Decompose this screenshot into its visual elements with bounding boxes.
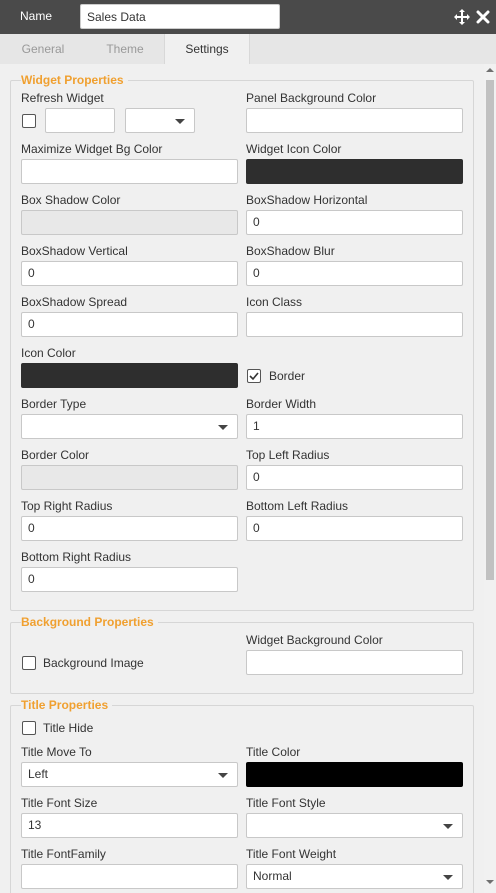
move-icon[interactable] — [454, 9, 470, 25]
settings-panel: Widget Properties Refresh Widget Panel B… — [0, 64, 484, 893]
icon-color-label: Icon Color — [21, 346, 76, 360]
border-label: Border — [269, 369, 306, 383]
bottom-right-radius-input[interactable]: 0 — [21, 567, 238, 592]
border-color-input[interactable] — [21, 465, 238, 490]
boxshadow-horizontal-label: BoxShadow Horizontal — [246, 193, 368, 207]
title-hide-label: Title Hide — [43, 721, 94, 735]
top-left-radius-input[interactable]: 0 — [246, 465, 463, 490]
border-width-input[interactable]: 1 — [246, 414, 463, 439]
boxshadow-blur-input[interactable]: 0 — [246, 261, 463, 286]
name-input[interactable] — [80, 4, 280, 29]
chevron-down-icon — [218, 425, 228, 430]
widget-bg-color-label: Widget Background Color — [246, 633, 383, 647]
bottom-left-radius-input[interactable]: 0 — [246, 516, 463, 541]
tab-theme[interactable]: Theme — [86, 34, 164, 64]
icon-class-input[interactable] — [246, 312, 463, 337]
chevron-down-icon — [443, 875, 453, 880]
widget-properties-legend: Widget Properties — [21, 73, 128, 87]
background-properties-group: Background Properties Background Image W… — [10, 615, 474, 694]
bottom-left-radius-label: Bottom Left Radius — [246, 499, 349, 513]
bottom-right-radius-label: Bottom Right Radius — [21, 550, 132, 564]
chevron-down-icon — [218, 773, 228, 778]
icon-color-swatch[interactable] — [21, 363, 238, 388]
background-properties-legend: Background Properties — [21, 615, 158, 629]
refresh-interval-input[interactable] — [45, 108, 115, 133]
title-properties-legend: Title Properties — [21, 698, 113, 712]
title-font-style-select[interactable] — [246, 813, 463, 838]
border-type-label: Border Type — [21, 397, 87, 411]
top-left-radius-label: Top Left Radius — [246, 448, 330, 462]
box-shadow-color-input[interactable] — [21, 210, 238, 235]
title-properties-group: Title Properties Title Hide Title Move T… — [10, 698, 474, 893]
title-font-size-input[interactable]: 13 — [21, 813, 238, 838]
panel-bg-color-input[interactable] — [246, 108, 463, 133]
border-type-select[interactable] — [21, 414, 238, 439]
tab-bar: General Theme Settings — [0, 34, 496, 64]
title-font-family-label: Title FontFamily — [21, 847, 106, 861]
boxshadow-spread-label: BoxShadow Spread — [21, 295, 128, 309]
boxshadow-vertical-label: BoxShadow Vertical — [21, 244, 128, 258]
top-right-radius-input[interactable]: 0 — [21, 516, 238, 541]
maximize-bg-color-input[interactable] — [21, 159, 238, 184]
border-color-label: Border Color — [21, 448, 90, 462]
boxshadow-horizontal-input[interactable]: 0 — [246, 210, 463, 235]
widget-properties-group: Widget Properties Refresh Widget Panel B… — [10, 73, 474, 611]
name-label: Name — [20, 9, 53, 23]
refresh-widget-label: Refresh Widget — [21, 91, 104, 105]
box-shadow-color-label: Box Shadow Color — [21, 193, 121, 207]
title-move-to-label: Title Move To — [21, 745, 92, 759]
icon-class-label: Icon Class — [246, 295, 303, 309]
widget-icon-color-swatch[interactable] — [246, 159, 463, 184]
chevron-down-icon — [443, 824, 453, 829]
maximize-bg-color-label: Maximize Widget Bg Color — [21, 142, 163, 156]
title-move-to-select[interactable]: Left — [21, 762, 238, 787]
scroll-up-arrow-icon[interactable] — [486, 68, 494, 72]
properties-header: Name — [0, 0, 496, 34]
checkmark-icon — [249, 372, 259, 381]
refresh-widget-checkbox[interactable] — [22, 114, 36, 128]
title-font-style-label: Title Font Style — [246, 796, 326, 810]
panel-bg-color-label: Panel Background Color — [246, 91, 377, 105]
border-width-label: Border Width — [246, 397, 317, 411]
top-right-radius-label: Top Right Radius — [21, 499, 113, 513]
widget-icon-color-label: Widget Icon Color — [246, 142, 342, 156]
refresh-unit-select[interactable] — [125, 108, 195, 133]
title-font-weight-label: Title Font Weight — [246, 847, 337, 861]
scrollbar-thumb[interactable] — [486, 80, 494, 580]
title-font-size-label: Title Font Size — [21, 796, 98, 810]
chevron-down-icon — [175, 119, 185, 124]
title-color-label: Title Color — [246, 745, 301, 759]
background-image-label: Background Image — [43, 656, 144, 670]
title-color-swatch[interactable] — [246, 762, 463, 787]
scroll-down-arrow-icon[interactable] — [486, 880, 494, 884]
boxshadow-vertical-input[interactable]: 0 — [21, 261, 238, 286]
tab-general[interactable]: General — [0, 34, 86, 64]
tab-settings[interactable]: Settings — [164, 34, 250, 64]
border-checkbox[interactable] — [247, 369, 261, 383]
title-font-weight-select[interactable]: Normal — [246, 864, 463, 889]
background-image-checkbox[interactable] — [22, 656, 36, 670]
title-hide-checkbox[interactable] — [22, 721, 36, 735]
boxshadow-blur-label: BoxShadow Blur — [246, 244, 335, 258]
widget-bg-color-input[interactable] — [246, 650, 463, 675]
boxshadow-spread-input[interactable]: 0 — [21, 312, 238, 337]
close-icon[interactable] — [476, 9, 490, 25]
title-font-family-input[interactable] — [21, 864, 238, 889]
scrollbar[interactable] — [484, 64, 496, 893]
